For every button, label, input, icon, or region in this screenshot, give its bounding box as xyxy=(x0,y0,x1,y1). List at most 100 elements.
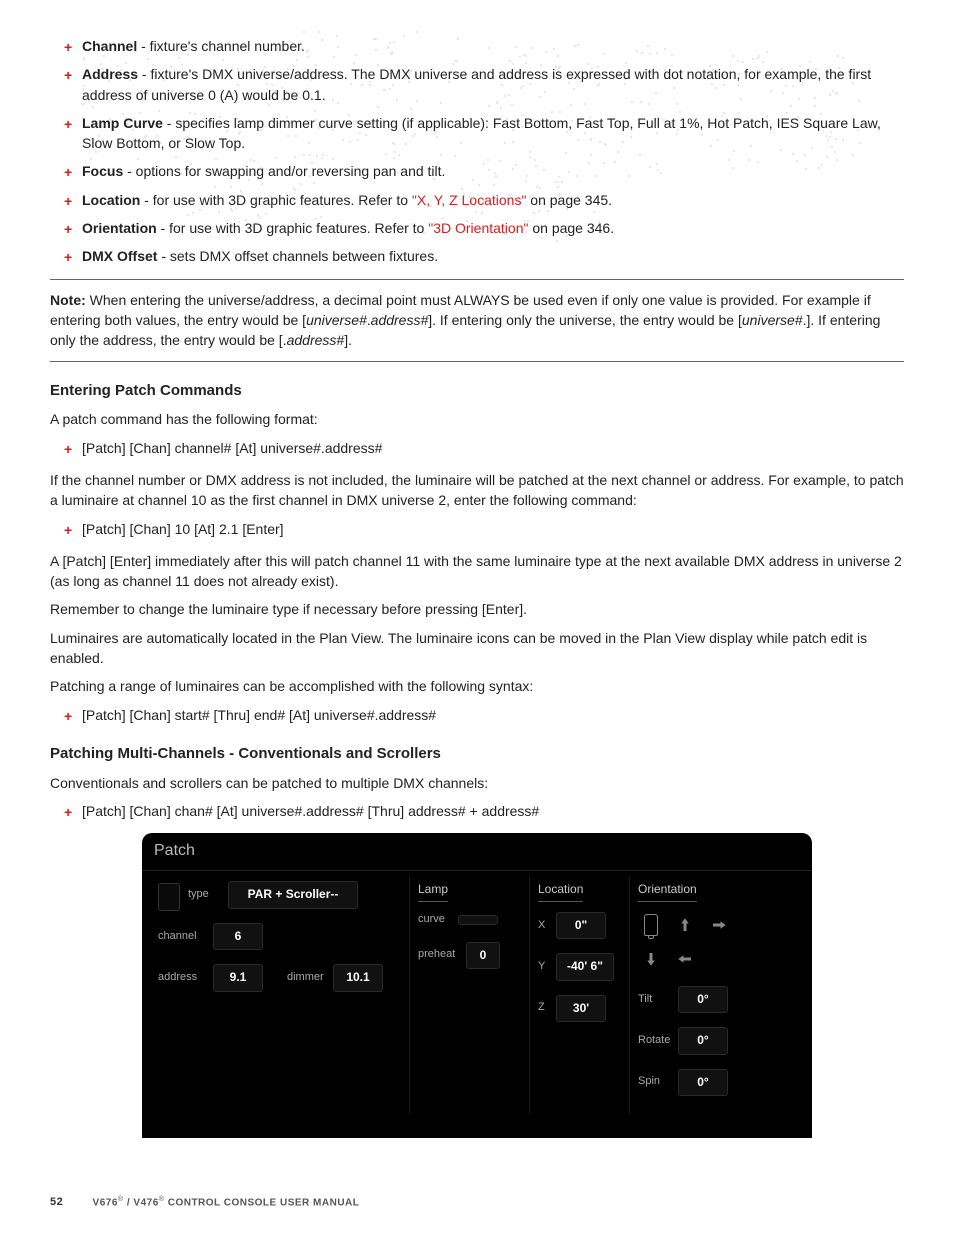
page-footer: 52 V676® / V476® CONTROL CONSOLE USER MA… xyxy=(50,1195,359,1211)
heading-patching-multi-channels: Patching Multi-Channels - Conventionals … xyxy=(50,743,904,765)
page-number: 52 xyxy=(50,1196,63,1208)
paragraph: If the channel number or DMX address is … xyxy=(50,470,904,511)
link-3d-orientation[interactable]: "3D Orientation" xyxy=(428,220,528,236)
z-field[interactable]: 30' xyxy=(556,995,606,1022)
curve-label: curve xyxy=(418,912,458,928)
text: ]. If entering only the universe, the en… xyxy=(428,312,742,328)
list-item: Address - fixture's DMX universe/address… xyxy=(68,64,904,105)
patch-grid: type PAR + Scroller-- channel 6 address … xyxy=(142,871,812,1114)
term-dmx-offset: DMX Offset xyxy=(82,248,157,264)
italic: universe# xyxy=(742,312,803,328)
rotate-label: Rotate xyxy=(638,1033,678,1049)
divider xyxy=(50,279,904,280)
arrow-left-icon[interactable] xyxy=(672,946,698,972)
text: - for use with 3D graphic features. Refe… xyxy=(140,192,412,208)
italic: address# xyxy=(371,312,429,328)
doc-title-part: CONTROL CONSOLE USER MANUAL xyxy=(164,1197,359,1208)
text: - for use with 3D graphic features. Refe… xyxy=(157,220,429,236)
doc-title-part: V676 xyxy=(93,1197,118,1208)
list-item: Orientation - for use with 3D graphic fe… xyxy=(68,218,904,238)
rotate-field[interactable]: 0° xyxy=(678,1027,728,1054)
list-item: [Patch] [Chan] 10 [At] 2.1 [Enter] xyxy=(68,519,904,539)
fixture-thumbnail-icon xyxy=(158,883,180,911)
text: - options for swapping and/or reversing … xyxy=(123,163,445,179)
patch-col-lamp: Lamp curve preheat 0 xyxy=(410,877,530,1114)
paragraph: Conventionals and scrollers can be patch… xyxy=(50,773,904,793)
term-focus: Focus xyxy=(82,163,123,179)
spin-label: Spin xyxy=(638,1074,678,1090)
paragraph: Patching a range of luminaires can be ac… xyxy=(50,676,904,696)
patch-col-location: Location X 0" Y -40' 6" Z 30' xyxy=(530,877,630,1114)
page-content: Channel - fixture's channel number. Addr… xyxy=(50,36,904,1138)
text: - specifies lamp dimmer curve setting (i… xyxy=(82,115,881,151)
patch-panel: Patch type PAR + Scroller-- channel 6 xyxy=(142,833,812,1138)
list-item: Lamp Curve - specifies lamp dimmer curve… xyxy=(68,113,904,154)
term-lamp-curve: Lamp Curve xyxy=(82,115,163,131)
list-item: Focus - options for swapping and/or reve… xyxy=(68,161,904,181)
text: - fixture's channel number. xyxy=(137,38,305,54)
patch-col-main: type PAR + Scroller-- channel 6 address … xyxy=(150,877,410,1114)
doc-title-part: / V476 xyxy=(124,1197,159,1208)
italic: universe# xyxy=(306,312,367,328)
syntax-list: [Patch] [Chan] chan# [At] universe#.addr… xyxy=(50,801,904,821)
tilt-label: Tilt xyxy=(638,992,678,1008)
address-label: address xyxy=(158,970,213,986)
italic: address# xyxy=(287,332,345,348)
type-field[interactable]: PAR + Scroller-- xyxy=(228,881,358,908)
arrow-right-icon[interactable] xyxy=(706,912,732,938)
spin-field[interactable]: 0° xyxy=(678,1069,728,1096)
paragraph: Luminaires are automatically located in … xyxy=(50,628,904,669)
address-field[interactable]: 9.1 xyxy=(213,964,263,991)
preheat-field[interactable]: 0 xyxy=(466,942,500,969)
list-item: Channel - fixture's channel number. xyxy=(68,36,904,56)
field-definitions-list: Channel - fixture's channel number. Addr… xyxy=(50,36,904,267)
term-channel: Channel xyxy=(82,38,137,54)
dimmer-field[interactable]: 10.1 xyxy=(333,964,383,991)
channel-field[interactable]: 6 xyxy=(213,923,263,950)
link-xyz-locations[interactable]: "X, Y, Z Locations" xyxy=(412,192,527,208)
syntax-list: [Patch] [Chan] channel# [At] universe#.a… xyxy=(50,438,904,458)
x-field[interactable]: 0" xyxy=(556,912,606,939)
patch-panel-title: Patch xyxy=(142,833,812,871)
list-item: [Patch] [Chan] chan# [At] universe#.addr… xyxy=(68,801,904,821)
tilt-field[interactable]: 0° xyxy=(678,986,728,1013)
type-label: type xyxy=(188,887,228,903)
y-field[interactable]: -40' 6" xyxy=(556,953,614,980)
fixture-icon[interactable] xyxy=(638,912,664,938)
divider xyxy=(50,361,904,362)
arrow-down-icon[interactable] xyxy=(638,946,664,972)
list-item: Location - for use with 3D graphic featu… xyxy=(68,190,904,210)
x-label: X xyxy=(538,918,556,934)
channel-label: channel xyxy=(158,929,213,945)
text: on page 345. xyxy=(526,192,612,208)
syntax-list: [Patch] [Chan] start# [Thru] end# [At] u… xyxy=(50,705,904,725)
dimmer-label: dimmer xyxy=(287,970,333,986)
paragraph: A patch command has the following format… xyxy=(50,409,904,429)
arrow-up-icon[interactable] xyxy=(672,912,698,938)
syntax-list: [Patch] [Chan] 10 [At] 2.1 [Enter] xyxy=(50,519,904,539)
term-location: Location xyxy=(82,192,140,208)
note-label: Note: xyxy=(50,292,86,308)
list-item: DMX Offset - sets DMX offset channels be… xyxy=(68,246,904,266)
term-orientation: Orientation xyxy=(82,220,157,236)
lamp-section-label: Lamp xyxy=(418,881,448,901)
paragraph: A [Patch] [Enter] immediately after this… xyxy=(50,551,904,592)
preheat-label: preheat xyxy=(418,947,466,963)
text: ]. xyxy=(344,332,352,348)
list-item: [Patch] [Chan] start# [Thru] end# [At] u… xyxy=(68,705,904,725)
heading-entering-patch-commands: Entering Patch Commands xyxy=(50,380,904,402)
text: - sets DMX offset channels between fixtu… xyxy=(157,248,438,264)
text: - fixture's DMX universe/address. The DM… xyxy=(82,66,871,102)
patch-col-orientation: Orientation xyxy=(630,877,790,1114)
paragraph: Remember to change the luminaire type if… xyxy=(50,599,904,619)
z-label: Z xyxy=(538,1000,556,1016)
text: on page 346. xyxy=(528,220,614,236)
term-address: Address xyxy=(82,66,138,82)
orientation-icons xyxy=(638,912,782,972)
orientation-section-label: Orientation xyxy=(638,881,697,901)
y-label: Y xyxy=(538,959,556,975)
note-block: Note: When entering the universe/address… xyxy=(50,290,904,351)
location-section-label: Location xyxy=(538,881,583,901)
curve-field[interactable] xyxy=(458,915,498,925)
list-item: [Patch] [Chan] channel# [At] universe#.a… xyxy=(68,438,904,458)
